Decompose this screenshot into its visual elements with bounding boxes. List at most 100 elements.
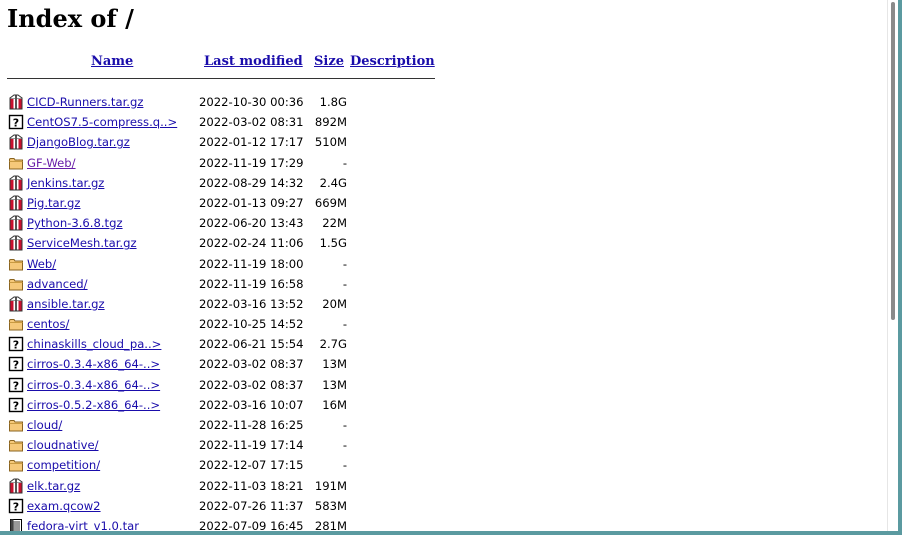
last-modified-value: 2022-07-26 11:37 [199,498,304,513]
unknown-file-icon: ? [8,336,24,352]
last-modified-value: 2022-11-19 16:58 [199,276,304,291]
compressed-icon [8,94,24,110]
file-link[interactable]: exam.qcow2 [27,496,101,516]
compressed-icon [8,215,24,231]
last-modified-value: 2022-01-12 17:17 [199,135,304,150]
compressed-icon [8,195,24,211]
page-title: Index of / [7,4,134,33]
file-link[interactable]: centos/ [27,314,69,334]
file-size-value: 16M [322,397,347,412]
file-size-value: - [342,317,347,332]
file-row: competition/2022-12-07 17:15 - [7,455,447,475]
file-row: ServiceMesh.tar.gz 2022-02-24 11:06 1.5G [7,233,447,253]
file-row: cloud/2022-11-28 16:25 - [7,415,447,435]
file-size-value: 510M [314,135,347,150]
folder-icon [8,256,24,272]
file-link[interactable]: cirros-0.5.2-x86_64-..> [27,395,160,415]
svg-text:?: ? [13,399,19,412]
file-link[interactable]: Jenkins.tar.gz [27,173,104,193]
file-link[interactable]: competition/ [27,455,100,475]
file-link[interactable]: cirros-0.3.4-x86_64-..> [27,375,160,395]
unknown-file-icon: ? [8,498,24,514]
compressed-icon [8,478,24,494]
file-row: cloudnative/2022-11-19 17:14 - [7,435,447,455]
file-size-value: - [342,438,347,453]
file-link[interactable]: chinaskills_cloud_pa..> [27,334,161,354]
file-size-value: 13M [322,377,347,392]
file-link[interactable]: cloud/ [27,415,62,435]
last-modified-value: 2022-06-20 13:43 [199,216,304,231]
file-size-value: 2.4G [319,175,347,190]
svg-text:?: ? [13,339,19,352]
file-link[interactable]: advanced/ [27,274,88,294]
file-link[interactable]: ansible.tar.gz [27,294,105,314]
file-size-value: 13M [322,357,347,372]
vertical-scrollbar[interactable] [887,0,898,531]
folder-icon [8,417,24,433]
file-link[interactable]: DjangoBlog.tar.gz [27,132,130,152]
file-row: ? CentOS7.5-compress.q..> 2022-03-02 08:31… [7,112,447,132]
file-list: CICD-Runners.tar.gz 2022-10-30 00:36 1.8G?… [7,92,447,531]
sort-by-name-link[interactable]: Name [91,54,133,69]
file-size-value: 583M [314,498,347,513]
compressed-icon [8,134,24,150]
file-row: Web/2022-11-19 18:00 - [7,254,447,274]
last-modified-value: 2022-11-19 17:29 [199,155,304,170]
scrollbar-thumb[interactable] [891,2,895,320]
file-size-value: - [342,155,347,170]
last-modified-value: 2022-07-09 16:45 [199,518,304,531]
last-modified-value: 2022-08-29 14:32 [199,175,304,190]
file-link[interactable]: CentOS7.5-compress.q..> [27,112,177,132]
svg-text:?: ? [13,117,19,130]
file-link[interactable]: GF-Web/ [27,153,76,173]
sort-by-description-link[interactable]: Description [350,54,435,69]
folder-icon [8,155,24,171]
file-row: ? chinaskills_cloud_pa..> 2022-06-21 15:54… [7,334,447,354]
file-size-value: 1.8G [319,95,347,109]
compressed-icon [8,175,24,191]
compressed-icon [8,296,24,312]
file-row: advanced/2022-11-19 16:58 - [7,274,447,294]
window-frame-bottom [0,531,902,535]
last-modified-value: 2022-01-13 09:27 [199,195,304,210]
file-link[interactable]: elk.tar.gz [27,476,80,496]
last-modified-value: 2022-10-30 00:36 [199,95,304,109]
file-row: ? cirros-0.3.4-x86_64-..> 2022-03-02 08:37… [7,375,447,395]
file-row: DjangoBlog.tar.gz 2022-01-12 17:17 510M [7,132,447,152]
file-row: centos/2022-10-25 14:52 - [7,314,447,334]
svg-text:?: ? [13,500,19,513]
file-size-value: - [342,276,347,291]
file-size-value: 669M [314,195,347,210]
file-link[interactable]: cloudnative/ [27,435,99,455]
file-link[interactable]: Python-3.6.8.tgz [27,213,123,233]
file-size-value: - [342,256,347,271]
last-modified-value: 2022-06-21 15:54 [199,337,304,352]
file-size-value: 22M [322,216,347,231]
directory-listing-page: Index of / Name Last modified Size Descr… [7,4,875,531]
file-size-value: 1.5G [319,236,347,251]
sort-by-size-link[interactable]: Size [314,54,344,69]
file-link[interactable]: fedora-virt_v1.0.tar [27,516,139,531]
file-link[interactable]: cirros-0.3.4-x86_64-..> [27,354,160,374]
file-row: fedora-virt_v1.0.tar 2022-07-09 16:45 281M [7,516,447,531]
sort-by-last-modified-link[interactable]: Last modified [204,54,303,69]
last-modified-value: 2022-11-03 18:21 [199,478,304,493]
folder-icon [8,316,24,332]
file-link[interactable]: ServiceMesh.tar.gz [27,233,137,253]
window-frame-right [898,0,902,535]
folder-icon [8,276,24,292]
last-modified-value: 2022-11-28 16:25 [199,418,304,432]
file-row: Jenkins.tar.gz 2022-08-29 14:32 2.4G [7,173,447,193]
file-size-value: - [342,458,347,473]
unknown-file-icon: ? [8,356,24,372]
file-row: ? cirros-0.5.2-x86_64-..> 2022-03-16 10:07… [7,395,447,415]
file-size-value: 892M [314,115,347,130]
file-row: GF-Web/2022-11-19 17:29 - [7,153,447,173]
file-link[interactable]: Web/ [27,254,56,274]
file-link[interactable]: CICD-Runners.tar.gz [27,92,143,112]
last-modified-value: 2022-03-16 13:52 [199,296,304,311]
last-modified-value: 2022-03-02 08:37 [199,377,304,392]
file-row: Python-3.6.8.tgz 2022-06-20 13:43 22M [7,213,447,233]
file-link[interactable]: Pig.tar.gz [27,193,81,213]
last-modified-value: 2022-11-19 18:00 [199,256,304,271]
